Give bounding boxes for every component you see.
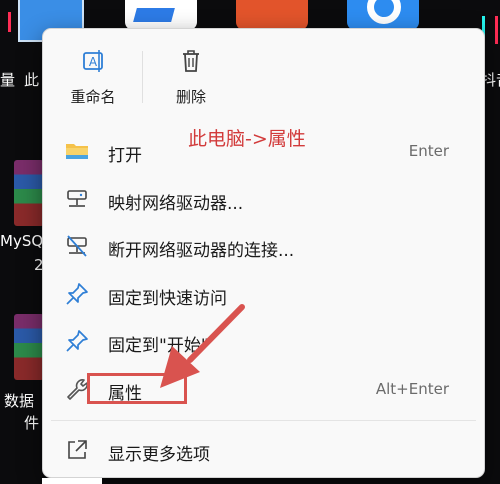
quick-action-divider [142, 51, 143, 103]
delete-button[interactable]: 删除 [156, 47, 226, 107]
desktop-label-data: 数据 [4, 392, 35, 410]
menu-item-shortcut: Alt+Enter [375, 380, 449, 398]
context-menu: A 重命名 删除 此电脑->属性 打开 Enter 映射网络驱动器... 断开网… [42, 28, 485, 478]
desktop-icon-winrar-2[interactable] [14, 314, 44, 380]
tiktok-icon [0, 12, 11, 32]
desktop-icon-tiktok-left[interactable] [0, 0, 14, 40]
menu-item-label: 映射网络驱动器... [108, 194, 244, 214]
disconnect-network-drive-icon [67, 235, 87, 257]
menu-item-label: 显示更多选项 [108, 445, 210, 465]
annotation-highlight-box [87, 373, 187, 404]
menu-item-open[interactable]: 打开 Enter [51, 129, 476, 173]
svg-text:A: A [89, 55, 98, 69]
pin-start-icon [66, 330, 88, 352]
menu-item-label: 断开网络驱动器的连接... [108, 241, 295, 261]
delete-label: 删除 [175, 88, 206, 106]
menu-item-disconnect-network-drive[interactable]: 断开网络驱动器的连接... [51, 224, 476, 268]
menu-item-shortcut: Enter [408, 142, 449, 160]
menu-item-label: 固定到快速访问 [108, 289, 227, 309]
app-logo-icon [133, 8, 175, 22]
menu-item-pin-start[interactable]: 固定到"开始" [51, 319, 476, 363]
desktop-icon-app-ring[interactable] [347, 0, 419, 30]
more-options-icon [68, 440, 87, 459]
desktop-icon-winrar-1[interactable] [14, 160, 44, 226]
menu-divider [51, 420, 476, 421]
desktop-label-fragment: 量 [0, 71, 16, 89]
rename-icon: A [83, 50, 103, 72]
network-drive-icon [67, 190, 87, 207]
menu-item-label: 打开 [108, 146, 142, 166]
archive-icon [14, 314, 44, 380]
trash-icon [183, 50, 199, 72]
menu-item-map-network-drive[interactable]: 映射网络驱动器... [51, 177, 476, 221]
desktop-label-this-pc: 此 [24, 71, 40, 89]
desktop-icon-app-blue[interactable] [125, 0, 197, 30]
pin-icon [66, 283, 88, 305]
menu-item-label: 固定到"开始" [108, 336, 209, 356]
menu-item-show-more-options[interactable]: 显示更多选项 [51, 428, 476, 472]
bottom-strip [42, 478, 102, 484]
ring-icon [367, 0, 401, 24]
menu-item-pin-quick-access[interactable]: 固定到快速访问 [51, 272, 476, 316]
desktop-label-mysql: MySQ [0, 232, 44, 250]
desktop-label-data-2: 件 [24, 414, 40, 432]
archive-icon [14, 160, 44, 226]
rename-button[interactable]: A 重命名 [58, 47, 128, 107]
desktop-icon-app-orange[interactable] [236, 0, 308, 30]
folder-icon [66, 144, 88, 159]
rename-label: 重命名 [70, 88, 116, 106]
